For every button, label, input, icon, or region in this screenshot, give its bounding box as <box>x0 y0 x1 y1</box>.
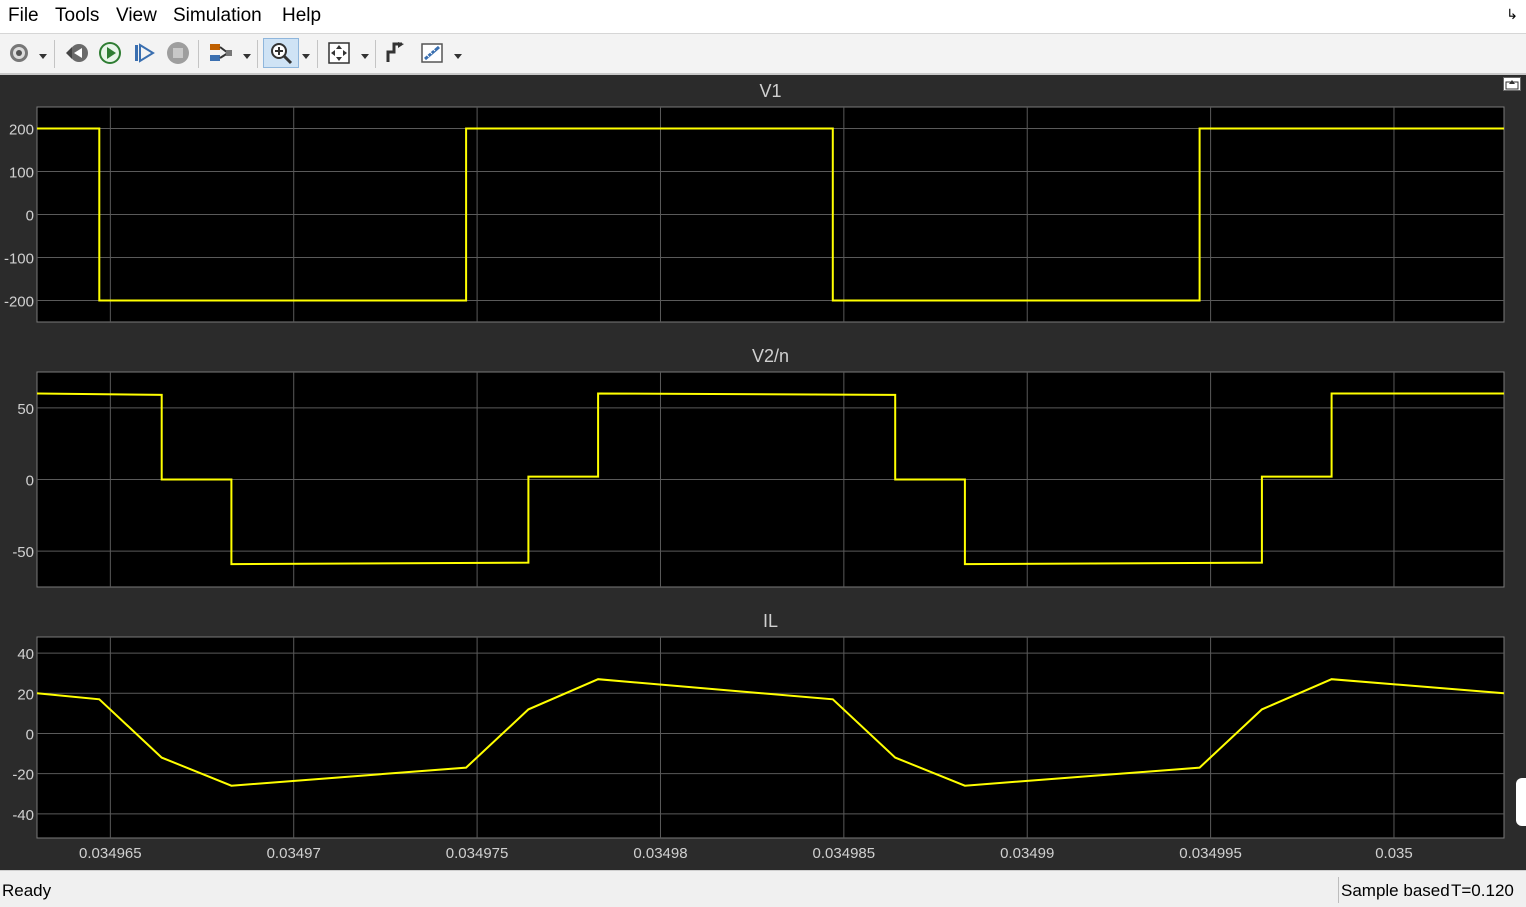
toolbar <box>0 34 1526 75</box>
y-tick-label: -50 <box>12 544 34 561</box>
measurements-dropdown-arrow-icon[interactable] <box>453 48 463 59</box>
x-tick-label: 0.03499 <box>1000 845 1054 862</box>
settings-dropdown-arrow-icon[interactable] <box>38 48 48 59</box>
x-tick-label: 0.03497 <box>267 845 321 862</box>
y-tick-label: 100 <box>9 165 34 182</box>
toolbar-separator <box>54 40 55 68</box>
fit-dropdown-arrow-icon[interactable] <box>360 48 370 59</box>
axes-title-2: V2/n <box>752 346 789 366</box>
y-tick-label: 0 <box>26 726 34 743</box>
x-tick-label: 0.034975 <box>446 845 509 862</box>
x-tick-label: 0.034995 <box>1179 845 1242 862</box>
y-tick-label: 20 <box>17 686 34 703</box>
status-sample-mode: Sample based <box>1341 881 1450 900</box>
y-tick-label: -20 <box>12 767 34 784</box>
scope-axes-svg[interactable]: 2001000-100-200V1500-50V2/n40200-20-40IL… <box>0 75 1526 870</box>
y-tick-label: 200 <box>9 122 34 139</box>
status-time: T=0.120 <box>1451 881 1514 900</box>
zoom-dropdown-arrow-icon[interactable] <box>301 48 311 59</box>
signal-selector-icon[interactable] <box>206 38 236 68</box>
fit-to-view-icon[interactable] <box>324 38 354 68</box>
x-tick-label: 0.034985 <box>813 845 876 862</box>
status-bar: Ready Sample based T=0.120 <box>0 870 1526 907</box>
step-back-icon[interactable] <box>62 38 92 68</box>
axes-background-3 <box>36 636 1505 839</box>
y-tick-label: -200 <box>4 294 34 311</box>
stop-icon[interactable] <box>163 38 193 68</box>
status-right-panel: Sample based T=0.120 <box>1338 877 1524 903</box>
x-tick-label: 0.03498 <box>633 845 687 862</box>
menu-bar: File Tools View Simulation Help ↳ <box>0 0 1526 34</box>
y-tick-label: 50 <box>17 401 34 418</box>
measurements-icon[interactable] <box>418 38 448 68</box>
x-tick-label: 0.035 <box>1375 845 1413 862</box>
step-forward-icon[interactable] <box>129 38 159 68</box>
toolbar-separator <box>257 40 258 68</box>
menu-tools[interactable]: Tools <box>55 5 99 27</box>
y-tick-label: 0 <box>26 208 34 225</box>
y-tick-label: -100 <box>4 251 34 268</box>
toolbar-separator <box>317 40 318 68</box>
menu-simulation[interactable]: Simulation <box>173 5 262 27</box>
status-ready: Ready <box>2 881 52 900</box>
run-icon[interactable] <box>95 38 125 68</box>
toolbar-separator <box>375 40 376 68</box>
signal-selector-dropdown-arrow-icon[interactable] <box>242 48 252 59</box>
side-panel-handle[interactable] <box>1516 778 1526 826</box>
menu-file[interactable]: File <box>8 5 39 27</box>
y-tick-label: 40 <box>17 646 34 663</box>
undock-arrow-icon[interactable]: ↳ <box>1506 6 1518 23</box>
settings-gear-icon[interactable] <box>4 38 34 68</box>
y-tick-label: -40 <box>12 807 34 824</box>
menu-view[interactable]: View <box>116 5 157 27</box>
triggers-icon[interactable] <box>381 38 411 68</box>
toolbar-separator <box>198 40 199 68</box>
axes-title-3: IL <box>763 611 778 631</box>
axes-title-1: V1 <box>759 81 781 101</box>
scope-plot-area: 200 100 0 -100 -200 V1 50 0 -50 V2/n 40 20 0 -20 -40 IL… <box>0 75 1526 870</box>
zoom-in-icon[interactable] <box>263 38 299 68</box>
undock-axes-icon[interactable] <box>1503 77 1521 91</box>
y-tick-label: 0 <box>26 473 34 490</box>
x-tick-label: 0.034965 <box>79 845 142 862</box>
menu-help[interactable]: Help <box>282 5 321 27</box>
